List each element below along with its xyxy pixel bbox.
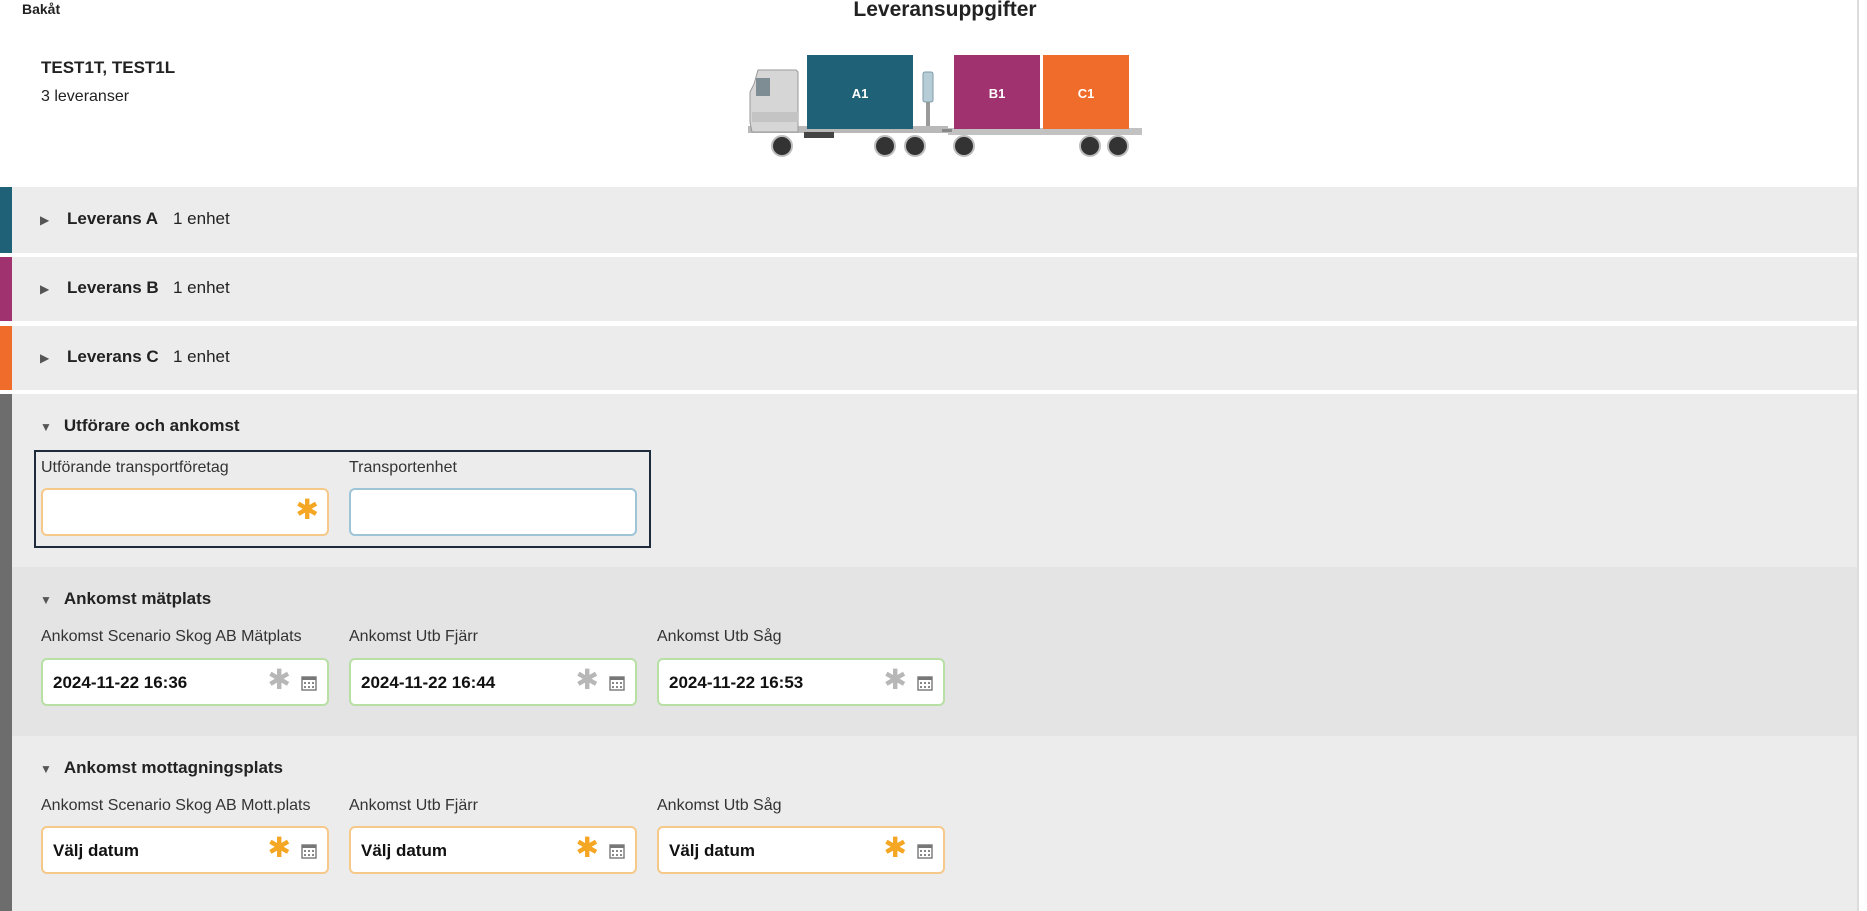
wheel <box>953 135 975 157</box>
truck-step <box>804 132 834 138</box>
focus-outline <box>34 450 651 548</box>
field-value: 2024-11-22 16:53 <box>669 673 804 692</box>
caret-down-icon: ▼ <box>40 593 52 607</box>
delivery-row-c[interactable]: ▶ Leverans C 1 enhet <box>0 326 1857 390</box>
delivery-units: 1 enhet <box>173 278 230 297</box>
arrival-measure-date-input[interactable]: 2024-11-22 16:53 ✱ <box>657 658 945 706</box>
wheel <box>874 135 896 157</box>
truck-crane <box>922 71 934 103</box>
page-title: Leveransuppgifter <box>853 0 1037 21</box>
delivery-units: 1 enhet <box>173 209 230 228</box>
field-value: 2024-11-22 16:36 <box>53 673 188 692</box>
caret-down-icon: ▼ <box>40 762 52 776</box>
delivery-row-a[interactable]: ▶ Leverans A 1 enhet <box>0 187 1857 253</box>
delivery-label: Leverans C <box>67 347 159 366</box>
delivery-color-bar <box>0 326 12 390</box>
truck-window <box>756 78 770 96</box>
calendar-icon[interactable] <box>917 675 933 691</box>
arrival-receive-toggle[interactable]: ▼ Ankomst mottagningsplats <box>40 758 283 778</box>
section-accent-bar <box>0 394 12 911</box>
right-border <box>1857 0 1859 911</box>
section-heading: Utförare och ankomst <box>63 416 240 435</box>
delivery-label: Leverans B <box>67 278 159 297</box>
arrival-receive-date-input[interactable]: Välj datum ✱ <box>41 826 329 874</box>
delivery-color-bar <box>0 187 12 253</box>
field-value: Välj datum <box>669 841 755 860</box>
performer-toggle[interactable]: ▼ Utförare och ankomst <box>40 416 240 436</box>
calendar-icon[interactable] <box>609 675 625 691</box>
arrival-measure-toggle[interactable]: ▼ Ankomst mätplats <box>40 589 211 609</box>
delivery-row-b[interactable]: ▶ Leverans B 1 enhet <box>0 257 1857 321</box>
delivery-color-bar <box>0 257 12 321</box>
caret-right-icon: ▶ <box>40 213 50 227</box>
arrival-receive-label: Ankomst Scenario Skog AB Mott.plats <box>41 797 311 814</box>
delivery-count: 3 leveranser <box>41 88 130 105</box>
calendar-icon[interactable] <box>609 843 625 859</box>
caret-right-icon: ▶ <box>40 282 50 296</box>
arrival-receive-label: Ankomst Utb Fjärr <box>349 797 478 814</box>
arrival-measure-section: ▼ Ankomst mätplats Ankomst Scenario Skog … <box>0 567 1857 736</box>
container-c1-label: C1 <box>1078 86 1095 101</box>
field-value: Välj datum <box>53 841 139 860</box>
calendar-icon[interactable] <box>917 843 933 859</box>
arrival-measure-date-input[interactable]: 2024-11-22 16:36 ✱ <box>41 658 329 706</box>
container-b1-label: B1 <box>989 86 1006 101</box>
field-value: 2024-11-22 16:44 <box>361 673 496 692</box>
asterisk-icon: ✱ <box>575 664 599 695</box>
crane-post <box>926 102 930 126</box>
wheel <box>904 135 926 157</box>
container-a1-label: A1 <box>852 86 869 101</box>
arrival-receive-date-input[interactable]: Välj datum ✱ <box>657 826 945 874</box>
delivery-units: 1 enhet <box>173 347 230 366</box>
asterisk-icon: ✱ <box>883 664 907 695</box>
section-heading: Ankomst mätplats <box>63 589 212 608</box>
arrival-measure-date-input[interactable]: 2024-11-22 16:44 ✱ <box>349 658 637 706</box>
trailer-hitch <box>942 129 952 132</box>
caret-right-icon: ▶ <box>40 351 50 365</box>
delivery-label: Leverans A <box>67 209 159 228</box>
arrival-receive-label: Ankomst Utb Såg <box>657 797 782 814</box>
asterisk-icon: ✱ <box>575 832 599 863</box>
asterisk-icon: ✱ <box>267 664 291 695</box>
wheel <box>1079 135 1101 157</box>
arrival-measure-label: Ankomst Utb Fjärr <box>349 628 478 645</box>
arrival-measure-label: Ankomst Scenario Skog AB Mätplats <box>41 628 302 645</box>
asterisk-icon: ✱ <box>883 832 907 863</box>
trailer-chassis <box>948 128 1142 135</box>
asterisk-icon: ✱ <box>267 832 291 863</box>
truck-bumper <box>752 112 798 122</box>
arrival-measure-label: Ankomst Utb Såg <box>657 628 782 645</box>
calendar-icon[interactable] <box>301 675 317 691</box>
caret-down-icon: ▼ <box>40 420 52 434</box>
wheels <box>771 135 1129 157</box>
field-value: Välj datum <box>361 841 447 860</box>
vehicle-names: TEST1T, TEST1L <box>41 58 176 77</box>
arrival-receive-date-input[interactable]: Välj datum ✱ <box>349 826 637 874</box>
truck-illustration: A1 B1 C1 <box>748 55 1142 157</box>
wheel <box>1107 135 1129 157</box>
calendar-icon[interactable] <box>301 843 317 859</box>
wheel <box>771 135 793 157</box>
section-heading: Ankomst mottagningsplats <box>63 758 284 777</box>
arrival-receive-section: ▼ Ankomst mottagningsplats Ankomst Scenar… <box>0 736 1857 911</box>
